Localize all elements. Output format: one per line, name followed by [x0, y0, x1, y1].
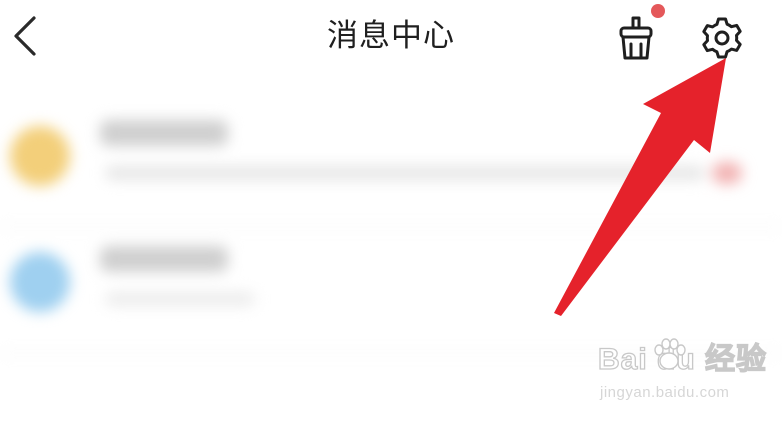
top-nav-bar: 消息中心	[0, 0, 782, 78]
list-item-preview-redacted	[105, 166, 705, 180]
gear-icon	[702, 17, 742, 59]
notification-dot	[651, 4, 665, 18]
watermark-url: jingyan.baidu.com	[600, 384, 730, 401]
list-item-title-redacted	[100, 120, 228, 146]
broom-icon	[619, 16, 653, 60]
settings-button[interactable]	[698, 14, 746, 62]
list-item-title-redacted	[100, 246, 228, 272]
list-item[interactable]	[0, 230, 782, 350]
watermark: Bai du 经验 jingyan.baidu.com	[597, 338, 778, 408]
message-center-screen: 消息中心 Bai du 经验 jingyan.baidu.com	[0, 0, 782, 423]
divider	[0, 226, 782, 228]
unread-badge	[712, 162, 742, 184]
avatar	[10, 126, 70, 186]
paw-icon	[654, 338, 686, 370]
clear-unread-button[interactable]	[612, 14, 660, 62]
page-title: 消息中心	[327, 18, 455, 54]
avatar	[10, 252, 70, 312]
list-item[interactable]	[0, 104, 782, 224]
list-item-preview-redacted	[105, 292, 255, 306]
